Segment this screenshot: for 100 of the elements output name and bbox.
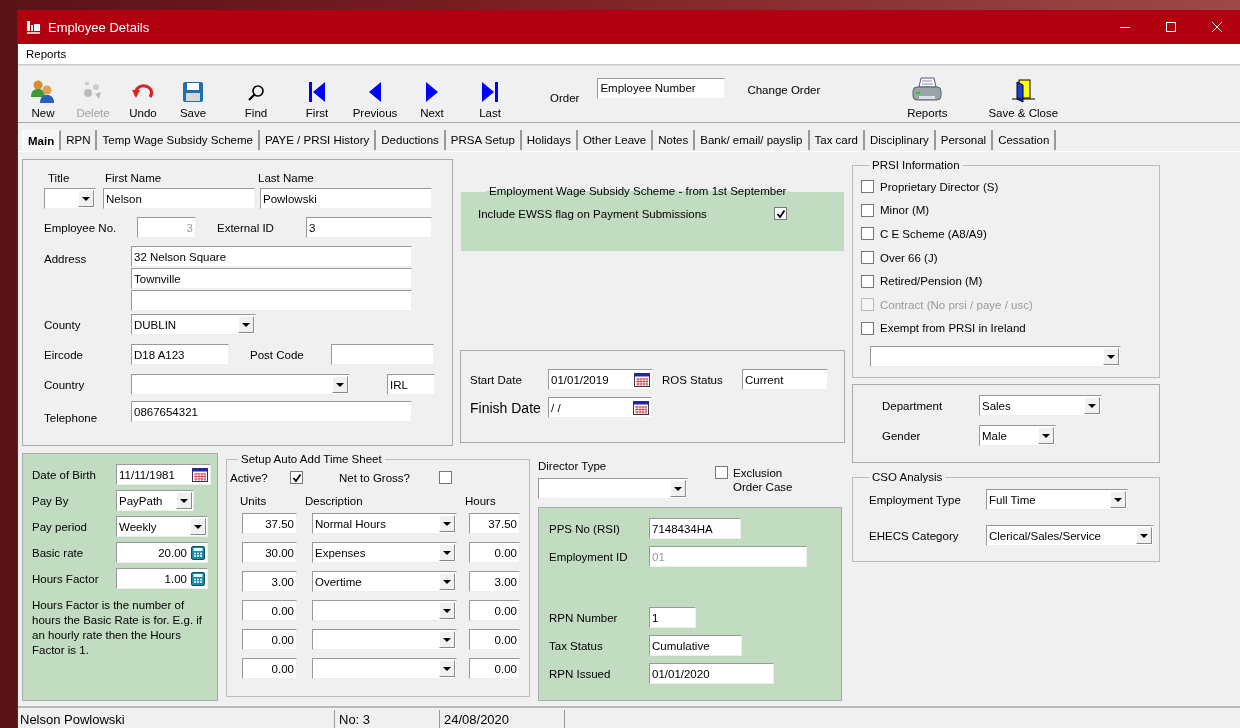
- text-field[interactable]: 01/01/2020: [649, 663, 774, 684]
- number-field[interactable]: 20.00: [116, 542, 208, 563]
- calendar-icon[interactable]: [192, 467, 208, 482]
- checkbox[interactable]: [861, 251, 874, 265]
- text-field[interactable]: 1: [649, 607, 696, 628]
- toolbar-button[interactable]: Save & Close: [977, 69, 1070, 119]
- checkbox[interactable]: [861, 203, 874, 217]
- field-label: Date of Birth: [32, 468, 97, 481]
- text-field[interactable]: D18 A123: [131, 344, 229, 365]
- dropdown[interactable]: Normal Hours: [312, 513, 457, 534]
- field-label: Director Type: [538, 460, 608, 472]
- dropdown[interactable]: DUBLIN: [131, 314, 256, 335]
- checkbox[interactable]: [861, 180, 874, 194]
- field-label: Pay period: [32, 520, 88, 533]
- field-label: Employee No.: [44, 221, 118, 234]
- checkbox[interactable]: [861, 321, 874, 335]
- text-field[interactable]: 3: [306, 217, 432, 238]
- date-field[interactable]: 01/01/2019: [548, 369, 653, 390]
- checkbox-label: Minor (M): [880, 204, 930, 217]
- checkbox-label: Exempt from PRSI in Ireland: [880, 322, 1026, 335]
- field-label: Department: [882, 399, 944, 412]
- dropdown[interactable]: Sales: [979, 395, 1102, 416]
- dropdown[interactable]: Clerical/Sales/Service: [986, 525, 1154, 546]
- text-field[interactable]: [331, 344, 434, 365]
- group-title: CSO Analysis: [871, 471, 944, 483]
- text-field[interactable]: 0.00: [469, 629, 520, 650]
- close-icon[interactable]: [1212, 22, 1222, 32]
- date-field[interactable]: 11/11/1981: [116, 464, 211, 485]
- group-title: Setup Auto Add Time Sheet: [240, 453, 383, 465]
- field-label: Employment Type: [869, 493, 962, 506]
- toolbar-button[interactable]: First: [294, 69, 340, 119]
- checkbox[interactable]: [715, 466, 728, 479]
- text-field[interactable]: Powlowski: [260, 188, 432, 209]
- text-field[interactable]: Nelson: [103, 188, 255, 209]
- text-field[interactable]: 0.00: [242, 658, 297, 679]
- maximize-icon[interactable]: [1166, 22, 1176, 32]
- field-label: Telephone: [44, 412, 99, 424]
- checkbox[interactable]: [439, 471, 452, 484]
- checkbox[interactable]: [861, 274, 874, 288]
- checkbox[interactable]: [774, 207, 787, 220]
- dropdown[interactable]: Weekly: [116, 516, 208, 537]
- help-text: Hours Factor is the number of hours the Basic Rate is for. E.g. if an hourly rate then the Hours Factor is 1.: [32, 598, 204, 658]
- text-field[interactable]: [131, 290, 412, 311]
- field-label: Start Date: [470, 373, 523, 386]
- text-field[interactable]: 0.00: [469, 542, 520, 563]
- dropdown[interactable]: Male: [979, 425, 1056, 446]
- text-field[interactable]: 3.00: [469, 571, 520, 592]
- next-icon: [425, 81, 439, 103]
- dropdown[interactable]: Overtime: [312, 571, 457, 592]
- toolbar-button[interactable]: Save: [168, 69, 218, 119]
- dropdown[interactable]: Expenses: [312, 542, 457, 563]
- number-field[interactable]: 1.00: [116, 568, 208, 589]
- field-label: County: [44, 318, 82, 331]
- order-field[interactable]: Employee Number: [597, 77, 726, 99]
- tab[interactable]: Main: [22, 130, 62, 150]
- checkbox[interactable]: [290, 471, 303, 484]
- text-field[interactable]: 0.00: [469, 658, 520, 679]
- toolbar-button[interactable]: Find: [218, 69, 294, 119]
- field-label: Hours Factor: [32, 572, 100, 585]
- change-order-button[interactable]: Change Order: [747, 84, 821, 96]
- calendar-icon[interactable]: [634, 372, 650, 387]
- field-label: Gender: [882, 429, 922, 442]
- calendar-icon[interactable]: [633, 400, 649, 415]
- calculator-icon[interactable]: [191, 571, 205, 586]
- text-field[interactable]: Townville: [131, 268, 412, 289]
- text-field[interactable]: 0.00: [469, 600, 520, 621]
- text-field[interactable]: 0.00: [242, 600, 297, 621]
- field-label: ROS Status: [662, 373, 724, 386]
- toolbar-button[interactable]: Previous: [340, 69, 410, 119]
- field-label: Post Code: [250, 348, 305, 361]
- calculator-icon[interactable]: [191, 545, 205, 560]
- toolbar-button[interactable]: New: [18, 69, 68, 119]
- toolbar-button[interactable]: Reports: [897, 69, 958, 119]
- text-field[interactable]: 0.00: [242, 629, 297, 650]
- toolbar-button[interactable]: Undo: [118, 69, 168, 119]
- text-field[interactable]: IRL: [387, 374, 435, 395]
- text-field[interactable]: 32 Nelson Square: [131, 246, 412, 267]
- menu-item[interactable]: Reports: [25, 48, 68, 60]
- text-field[interactable]: 30.00: [242, 542, 297, 563]
- text-field[interactable]: 0867654321: [131, 401, 412, 422]
- field-label: Address: [44, 253, 88, 265]
- field-label: Title: [48, 172, 71, 184]
- toolbar-button[interactable]: Last: [454, 69, 526, 119]
- text-field[interactable]: 37.50: [242, 513, 297, 534]
- dropdown[interactable]: PayPath: [116, 490, 194, 511]
- door-icon: [1010, 79, 1037, 103]
- text-field[interactable]: Cumulative: [649, 635, 742, 656]
- group-title: PRSI Information: [871, 159, 961, 171]
- text-field[interactable]: 3.00: [242, 571, 297, 592]
- checkbox-label: Over 66 (J): [880, 251, 938, 264]
- date-field[interactable]: / /: [548, 397, 652, 418]
- checkbox[interactable]: [861, 227, 874, 241]
- dropdown[interactable]: Full Time: [986, 489, 1128, 510]
- field-label: Units: [240, 495, 268, 507]
- toolbar-button[interactable]: Next: [410, 69, 454, 119]
- field-label: Finish Date: [470, 399, 542, 416]
- text-field[interactable]: Current: [742, 369, 828, 390]
- text-field[interactable]: 37.50: [469, 513, 520, 534]
- field-label: Hours: [465, 495, 496, 507]
- text-field[interactable]: 7148434HA: [649, 518, 741, 539]
